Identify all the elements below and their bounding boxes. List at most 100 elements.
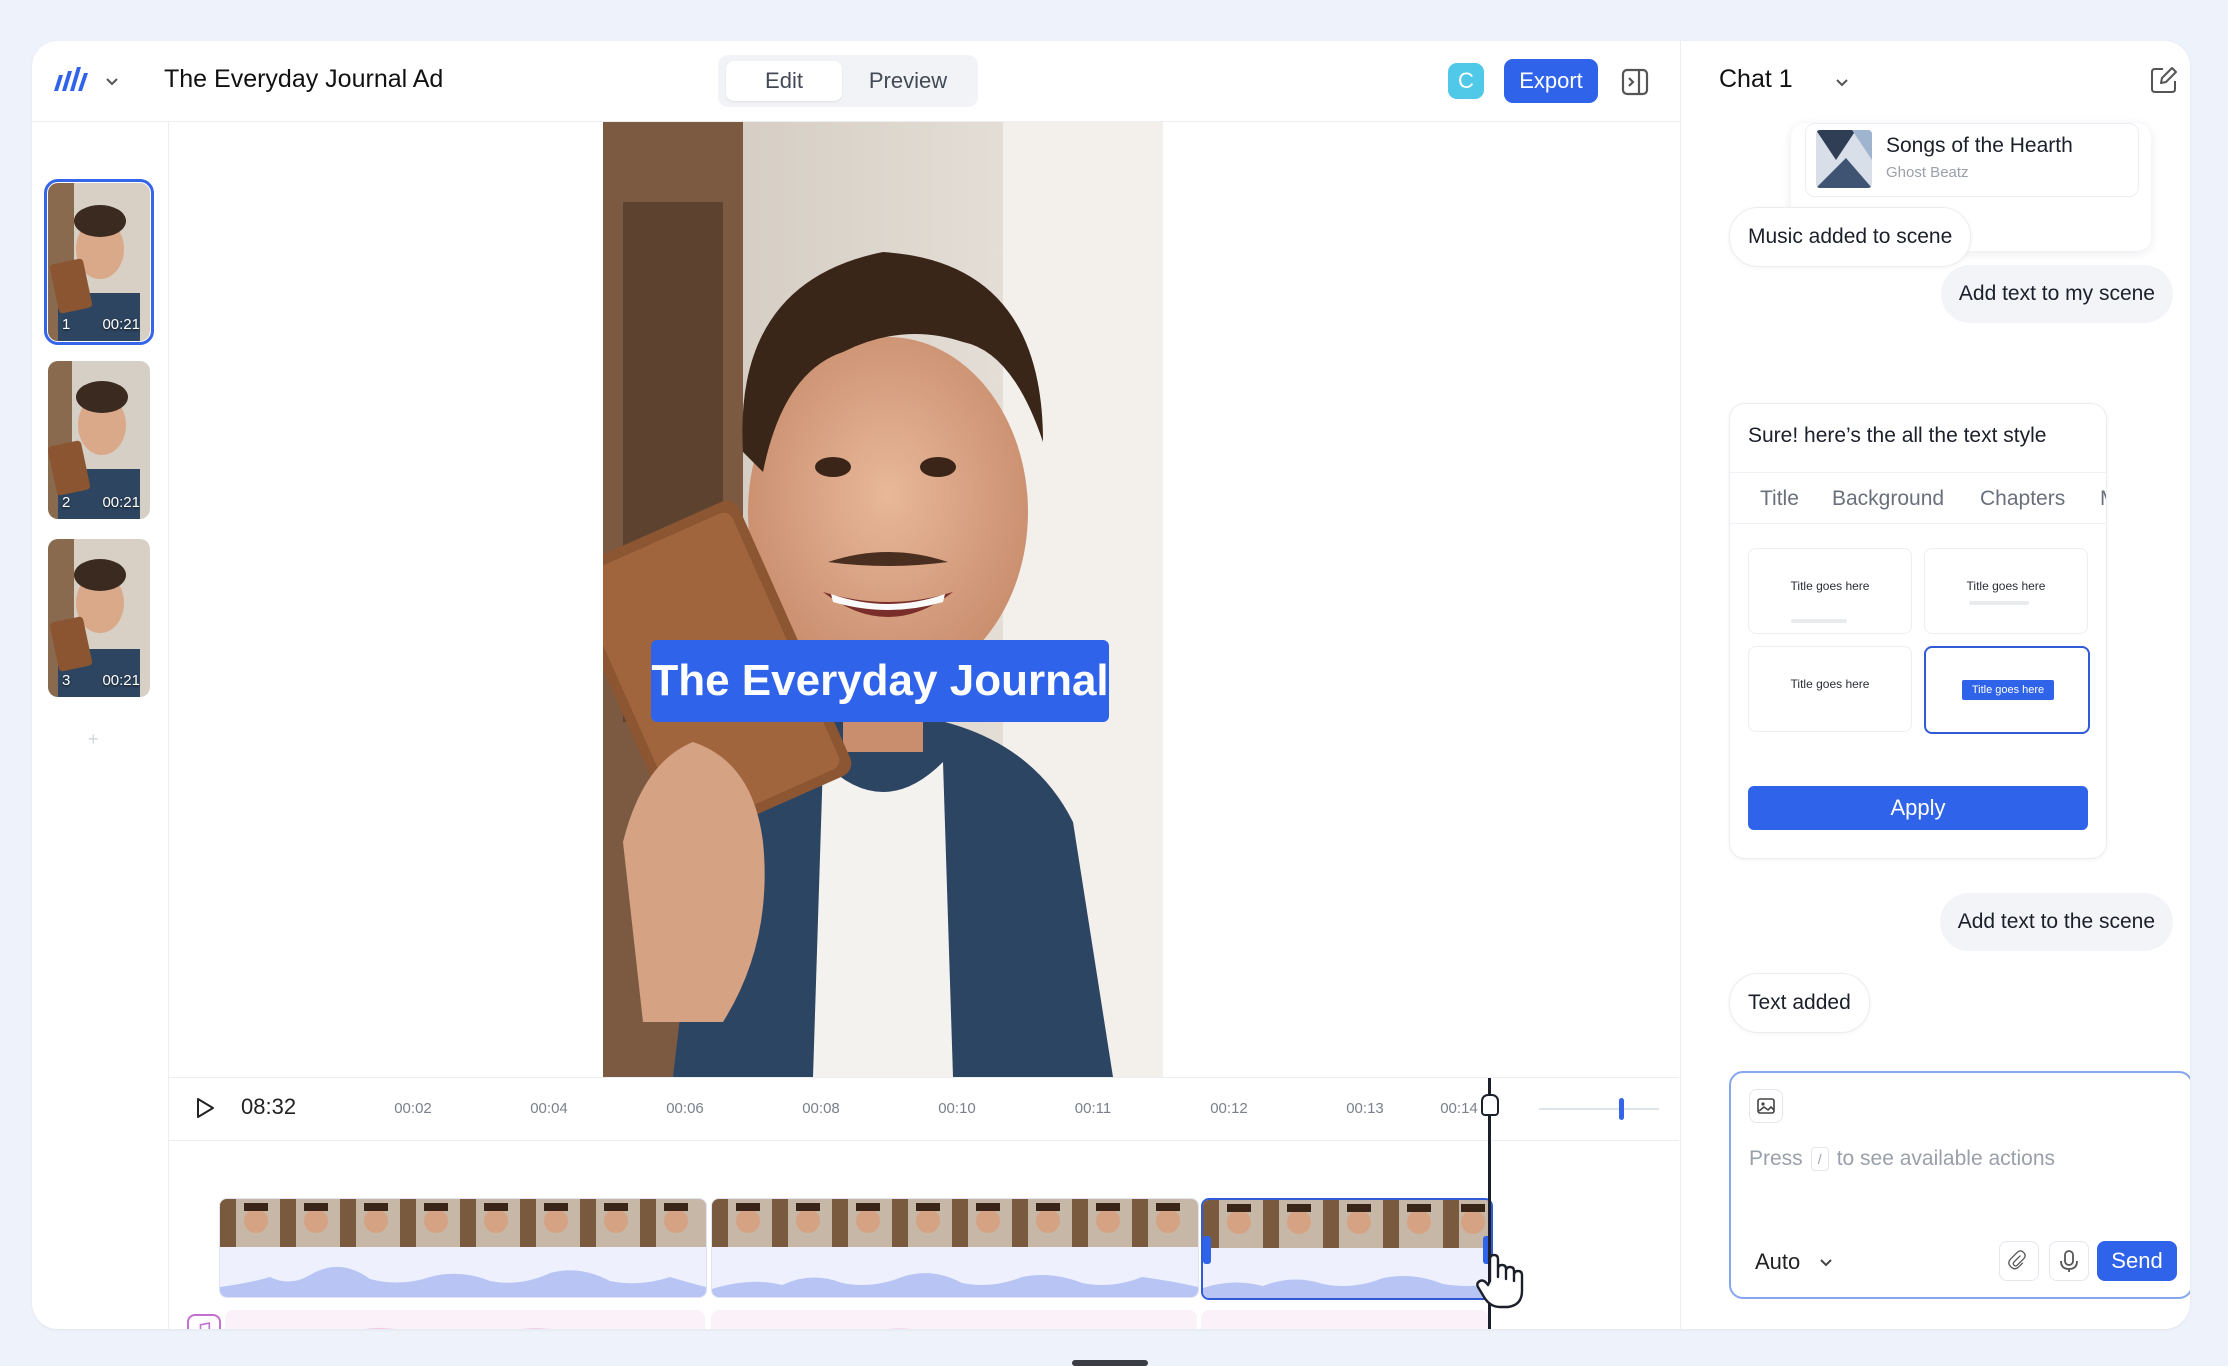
clip-filmstrip	[712, 1199, 1198, 1247]
song-title: Songs of the Hearth	[1886, 134, 2073, 157]
zoom-slider-track[interactable]	[1539, 1108, 1659, 1110]
export-button[interactable]: Export	[1504, 59, 1598, 103]
scene-duration: 00:21	[102, 316, 140, 333]
mode-switch: Edit Preview	[718, 55, 978, 107]
document-title[interactable]: The Everyday Journal Ad	[164, 65, 443, 94]
option-label: Title goes here	[1790, 677, 1870, 691]
apply-button[interactable]: Apply	[1748, 786, 2088, 830]
scene-duration: 00:21	[102, 494, 140, 511]
song-artist: Ghost Beatz	[1886, 164, 1969, 181]
clip-audio-waveform	[220, 1266, 706, 1297]
chat-composer[interactable]: Press / to see available actions Auto Send	[1729, 1071, 2190, 1299]
tab-title[interactable]: Title	[1760, 487, 1799, 511]
toggle-panel-icon[interactable]	[1620, 67, 1650, 97]
clip-filmstrip	[220, 1199, 706, 1247]
chat-message-ai: Music added to scene	[1729, 207, 1972, 267]
composer-placeholder[interactable]: Press / to see available actions	[1749, 1147, 2055, 1172]
add-scene-icon[interactable]: +	[88, 729, 99, 750]
chevron-down-icon[interactable]	[1833, 73, 1851, 91]
paperclip-icon[interactable]	[1999, 1241, 2039, 1281]
zoom-slider-handle[interactable]	[1619, 1098, 1624, 1120]
slash-key-icon: /	[1810, 1147, 1829, 1172]
time-tick: 00:08	[802, 1100, 840, 1117]
music-waveform	[225, 1310, 705, 1329]
scene-thumbnail-2[interactable]: 2 00:21	[48, 361, 150, 519]
music-waveform	[1201, 1310, 1489, 1329]
music-track-item[interactable]: Songs of the Hearth Ghost Beatz	[1805, 123, 2139, 197]
tab-more[interactable]: M	[2100, 487, 2106, 511]
timeline: 08:32 00:02 00:04 00:06 00:08 00:10 00:1…	[169, 1077, 1679, 1329]
option-underline	[1791, 619, 1847, 623]
caption-overlay[interactable]: The Everyday Journal	[651, 640, 1109, 722]
placeholder-prefix: Press	[1749, 1147, 1803, 1170]
scene-thumbnail-1[interactable]: 1 00:21	[44, 179, 154, 345]
video-clip-2[interactable]	[711, 1198, 1199, 1298]
text-style-option[interactable]: Title goes here	[1924, 548, 2088, 634]
playhead-handle[interactable]	[1481, 1094, 1499, 1116]
chat-message-user: Add text to my scene	[1940, 265, 2173, 323]
time-tick: 00:13	[1346, 1100, 1384, 1117]
time-tick: 00:10	[938, 1100, 976, 1117]
time-tick: 00:11	[1074, 1100, 1112, 1117]
timeline-ruler[interactable]: 08:32 00:02 00:04 00:06 00:08 00:10 00:1…	[169, 1078, 1679, 1141]
scene-thumbnail-3[interactable]: 3 00:21	[48, 539, 150, 697]
video-frame-image	[603, 122, 1163, 1077]
app-logo-icon[interactable]	[50, 61, 90, 101]
style-tab-bar: Title Background Chapters M	[1730, 472, 2106, 524]
clip-filmstrip	[1203, 1200, 1491, 1248]
scene-number: 2	[62, 494, 71, 511]
option-underline	[1969, 601, 2029, 605]
scene-list: 1 00:21 2 00:21 3 00:21 +	[32, 121, 169, 1329]
chat-message-user: Add text to the scene	[1939, 893, 2173, 951]
scene-number: 3	[62, 672, 71, 689]
music-note-icon	[187, 1314, 221, 1329]
time-tick: 00:12	[1210, 1100, 1248, 1117]
send-button[interactable]: Send	[2097, 1241, 2177, 1281]
image-icon[interactable]	[1749, 1089, 1783, 1123]
new-chat-icon[interactable]	[2149, 65, 2179, 95]
clip-audio-waveform	[712, 1273, 1198, 1297]
video-preview[interactable]: The Everyday Journal	[603, 122, 1163, 1077]
option-label: Title goes here	[1962, 680, 2054, 700]
clip-trim-handle-left[interactable]	[1203, 1236, 1211, 1264]
home-indicator	[1072, 1360, 1148, 1366]
text-style-card: Sure! here’s the all the text style Titl…	[1729, 403, 2107, 859]
collaborator-avatar[interactable]: C	[1448, 63, 1484, 99]
text-style-option[interactable]: Title goes here	[1748, 646, 1912, 732]
chat-panel: Chat 1 Songs of the Hearth Ghost Beatz M…	[1680, 41, 2190, 1329]
tab-preview[interactable]: Preview	[846, 61, 970, 101]
option-label: Title goes here	[1966, 579, 2046, 593]
mode-select[interactable]: Auto	[1755, 1249, 1800, 1275]
video-clip-1[interactable]	[219, 1198, 707, 1298]
chat-title[interactable]: Chat 1	[1719, 65, 1793, 94]
text-style-option-selected[interactable]: Title goes here	[1924, 646, 2090, 734]
editor-window: The Everyday Journal Ad Edit Preview C E…	[32, 41, 2190, 1329]
video-clip-3[interactable]	[1201, 1198, 1493, 1300]
preview-canvas: The Everyday Journal	[169, 122, 1679, 1077]
microphone-icon[interactable]	[2049, 1241, 2089, 1281]
tab-chapters[interactable]: Chapters	[1980, 487, 2065, 511]
scene-duration: 00:21	[102, 672, 140, 689]
hand-cursor-icon	[1476, 1253, 1524, 1309]
time-tick: 00:06	[666, 1100, 704, 1117]
placeholder-suffix: to see available actions	[1836, 1147, 2055, 1170]
time-tick: 00:04	[530, 1100, 568, 1117]
tab-edit[interactable]: Edit	[726, 61, 842, 101]
chat-message-ai: Text added	[1729, 973, 1870, 1033]
chevron-down-icon[interactable]	[1817, 1253, 1835, 1271]
scene-number: 1	[62, 316, 71, 333]
time-tick: 00:02	[394, 1100, 432, 1117]
music-waveform	[711, 1310, 1197, 1329]
album-art	[1816, 130, 1872, 188]
tab-background[interactable]: Background	[1832, 487, 1944, 511]
text-style-option[interactable]: Title goes here	[1748, 548, 1912, 634]
music-track[interactable]	[181, 1310, 1489, 1329]
option-label: Title goes here	[1790, 579, 1870, 593]
chevron-down-icon[interactable]	[102, 71, 122, 91]
time-tick: 00:14	[1440, 1100, 1478, 1117]
chat-message-ai: Sure! here’s the all the text style	[1748, 424, 2047, 447]
clip-audio-waveform	[1203, 1276, 1491, 1298]
current-time: 08:32	[241, 1094, 297, 1119]
play-icon[interactable]	[193, 1096, 217, 1120]
top-bar: The Everyday Journal Ad Edit Preview C E…	[32, 41, 1680, 122]
